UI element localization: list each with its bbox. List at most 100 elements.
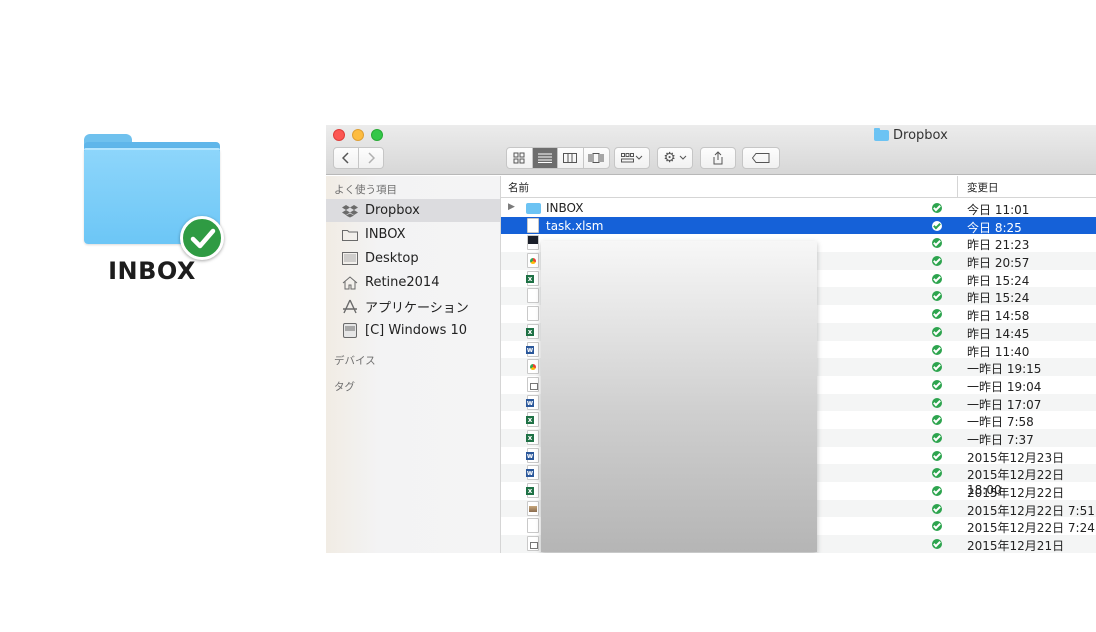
modified-date: 2015年12月21日 23:17 bbox=[967, 539, 1065, 553]
file-list: 名前 変更日 ▶ INBOX 今日 11:01 task.xlsm 今日 8:25 昨日 … bbox=[501, 176, 1096, 553]
sync-status-icon bbox=[932, 291, 942, 302]
sync-status-icon bbox=[932, 468, 942, 479]
coverflow-icon bbox=[588, 153, 604, 163]
modified-date: 昨日 11:40 bbox=[967, 344, 1030, 359]
minimize-button[interactable] bbox=[352, 129, 364, 141]
view-mode-segmented bbox=[506, 147, 610, 169]
xls-file-icon bbox=[526, 323, 539, 339]
dropbox-icon bbox=[341, 203, 359, 219]
sidebar-item-inbox[interactable]: INBOX bbox=[326, 223, 500, 246]
sidebar-item-applications[interactable]: アプリケーション bbox=[326, 295, 500, 318]
modified-date: 一昨日 19:04 bbox=[967, 379, 1042, 394]
sync-status-icon bbox=[932, 503, 942, 514]
list-view-button[interactable] bbox=[532, 148, 558, 168]
sync-status-icon bbox=[932, 432, 942, 443]
doc-file-icon bbox=[526, 465, 539, 481]
grid-icon bbox=[513, 152, 525, 164]
gear-icon: ⚙ bbox=[663, 150, 676, 166]
modified-date: 昨日 14:58 bbox=[967, 309, 1030, 324]
sync-status-icon bbox=[932, 397, 942, 408]
tag-button[interactable] bbox=[742, 147, 780, 169]
modified-date: 今日 11:01 bbox=[967, 203, 1030, 217]
modified-date: 今日 8:25 bbox=[967, 220, 1022, 235]
file-file-icon bbox=[527, 518, 539, 534]
sync-status-icon bbox=[932, 344, 942, 355]
window-title-text: Dropbox bbox=[893, 127, 948, 143]
sync-status-icon bbox=[932, 203, 942, 213]
modified-date: 一昨日 7:37 bbox=[967, 432, 1034, 447]
column-header-modified[interactable]: 変更日 bbox=[957, 176, 1096, 198]
column-header-name[interactable]: 名前 bbox=[508, 180, 529, 195]
devices-header: デバイス bbox=[334, 355, 376, 367]
modified-date: 昨日 20:57 bbox=[967, 256, 1030, 271]
finder-window: Dropbox ⚙ よく使う項目 Dropbox INBOX Desktop R… bbox=[326, 125, 1096, 553]
action-button[interactable]: ⚙ bbox=[657, 147, 693, 169]
column-header: 名前 変更日 bbox=[501, 176, 1096, 198]
chevron-left-icon bbox=[342, 152, 349, 164]
sidebar-item-windows-disk[interactable]: [C] Windows 10 bbox=[326, 319, 500, 342]
file-file-icon bbox=[527, 288, 539, 304]
folder-icon bbox=[341, 227, 359, 243]
modified-date: 昨日 15:24 bbox=[967, 273, 1030, 288]
share-icon bbox=[713, 151, 723, 165]
sync-status-icon bbox=[932, 238, 942, 249]
list-icon bbox=[537, 153, 552, 163]
sidebar-item-label: Desktop bbox=[365, 251, 419, 266]
coverflow-view-button[interactable] bbox=[584, 148, 610, 168]
disk-icon bbox=[341, 323, 359, 339]
arrange-button[interactable] bbox=[614, 147, 650, 169]
sidebar-item-label: アプリケーション bbox=[365, 301, 469, 316]
modified-date: 昨日 14:45 bbox=[967, 326, 1030, 341]
arrange-grid-icon bbox=[621, 153, 643, 163]
tags-header: タグ bbox=[334, 381, 355, 393]
back-button[interactable] bbox=[333, 147, 359, 169]
dropbox-folder-icon bbox=[874, 127, 889, 141]
sync-check-badge-icon bbox=[180, 216, 224, 260]
file-file-icon bbox=[527, 217, 539, 233]
sidebar-item-dropbox[interactable]: Dropbox bbox=[326, 199, 500, 222]
prn-file-icon bbox=[527, 536, 539, 552]
pic-file-icon bbox=[527, 500, 539, 516]
titlebar: Dropbox ⚙ bbox=[326, 125, 1096, 175]
file-file-icon bbox=[527, 306, 539, 322]
window-title: Dropbox bbox=[874, 127, 948, 143]
sidebar-item-desktop[interactable]: Desktop bbox=[326, 247, 500, 270]
home-icon bbox=[341, 275, 359, 291]
tag-icon bbox=[752, 153, 770, 163]
prn-file-icon bbox=[527, 376, 539, 392]
xls-file-icon bbox=[526, 483, 539, 498]
desktop-icon bbox=[341, 251, 359, 267]
forward-button[interactable] bbox=[358, 147, 384, 169]
modified-date: 一昨日 19:15 bbox=[967, 362, 1042, 377]
sidebar: よく使う項目 Dropbox INBOX Desktop Retine2014 bbox=[326, 176, 501, 553]
sidebar-item-home[interactable]: Retine2014 bbox=[326, 271, 500, 294]
img-file-icon bbox=[527, 253, 539, 269]
sync-status-icon bbox=[932, 539, 942, 550]
disclosure-triangle-icon[interactable]: ▶ bbox=[508, 202, 515, 212]
modified-date: 2015年12月22日 7:51 bbox=[967, 503, 1095, 518]
doc-file-icon bbox=[526, 447, 539, 463]
columns-icon bbox=[563, 153, 578, 163]
xls-file-icon bbox=[526, 429, 539, 445]
xls-file-icon bbox=[526, 270, 539, 286]
file-name: task.xlsm bbox=[546, 218, 604, 233]
folder-icon bbox=[526, 203, 541, 214]
sync-status-icon bbox=[932, 450, 942, 461]
sync-status-icon bbox=[932, 362, 942, 373]
folder-row[interactable]: ▶ INBOX 今日 11:01 bbox=[501, 199, 1096, 217]
sync-status-icon bbox=[932, 415, 942, 426]
sidebar-item-label: INBOX bbox=[365, 227, 406, 242]
file-row[interactable]: task.xlsm 今日 8:25 bbox=[501, 216, 1096, 235]
close-button[interactable] bbox=[333, 129, 345, 141]
modified-date: 2015年12月22日 7:24 bbox=[967, 521, 1095, 536]
modified-date: 昨日 21:23 bbox=[967, 238, 1030, 253]
img-file-icon bbox=[527, 359, 539, 375]
sync-status-icon bbox=[932, 521, 942, 532]
icon-view-button[interactable] bbox=[507, 148, 533, 168]
sidebar-item-label: Dropbox bbox=[365, 203, 420, 218]
column-view-button[interactable] bbox=[558, 148, 584, 168]
xls-file-icon bbox=[526, 412, 539, 428]
share-button[interactable] bbox=[700, 147, 736, 169]
zoom-button[interactable] bbox=[371, 129, 383, 141]
sync-status-icon bbox=[932, 273, 942, 284]
